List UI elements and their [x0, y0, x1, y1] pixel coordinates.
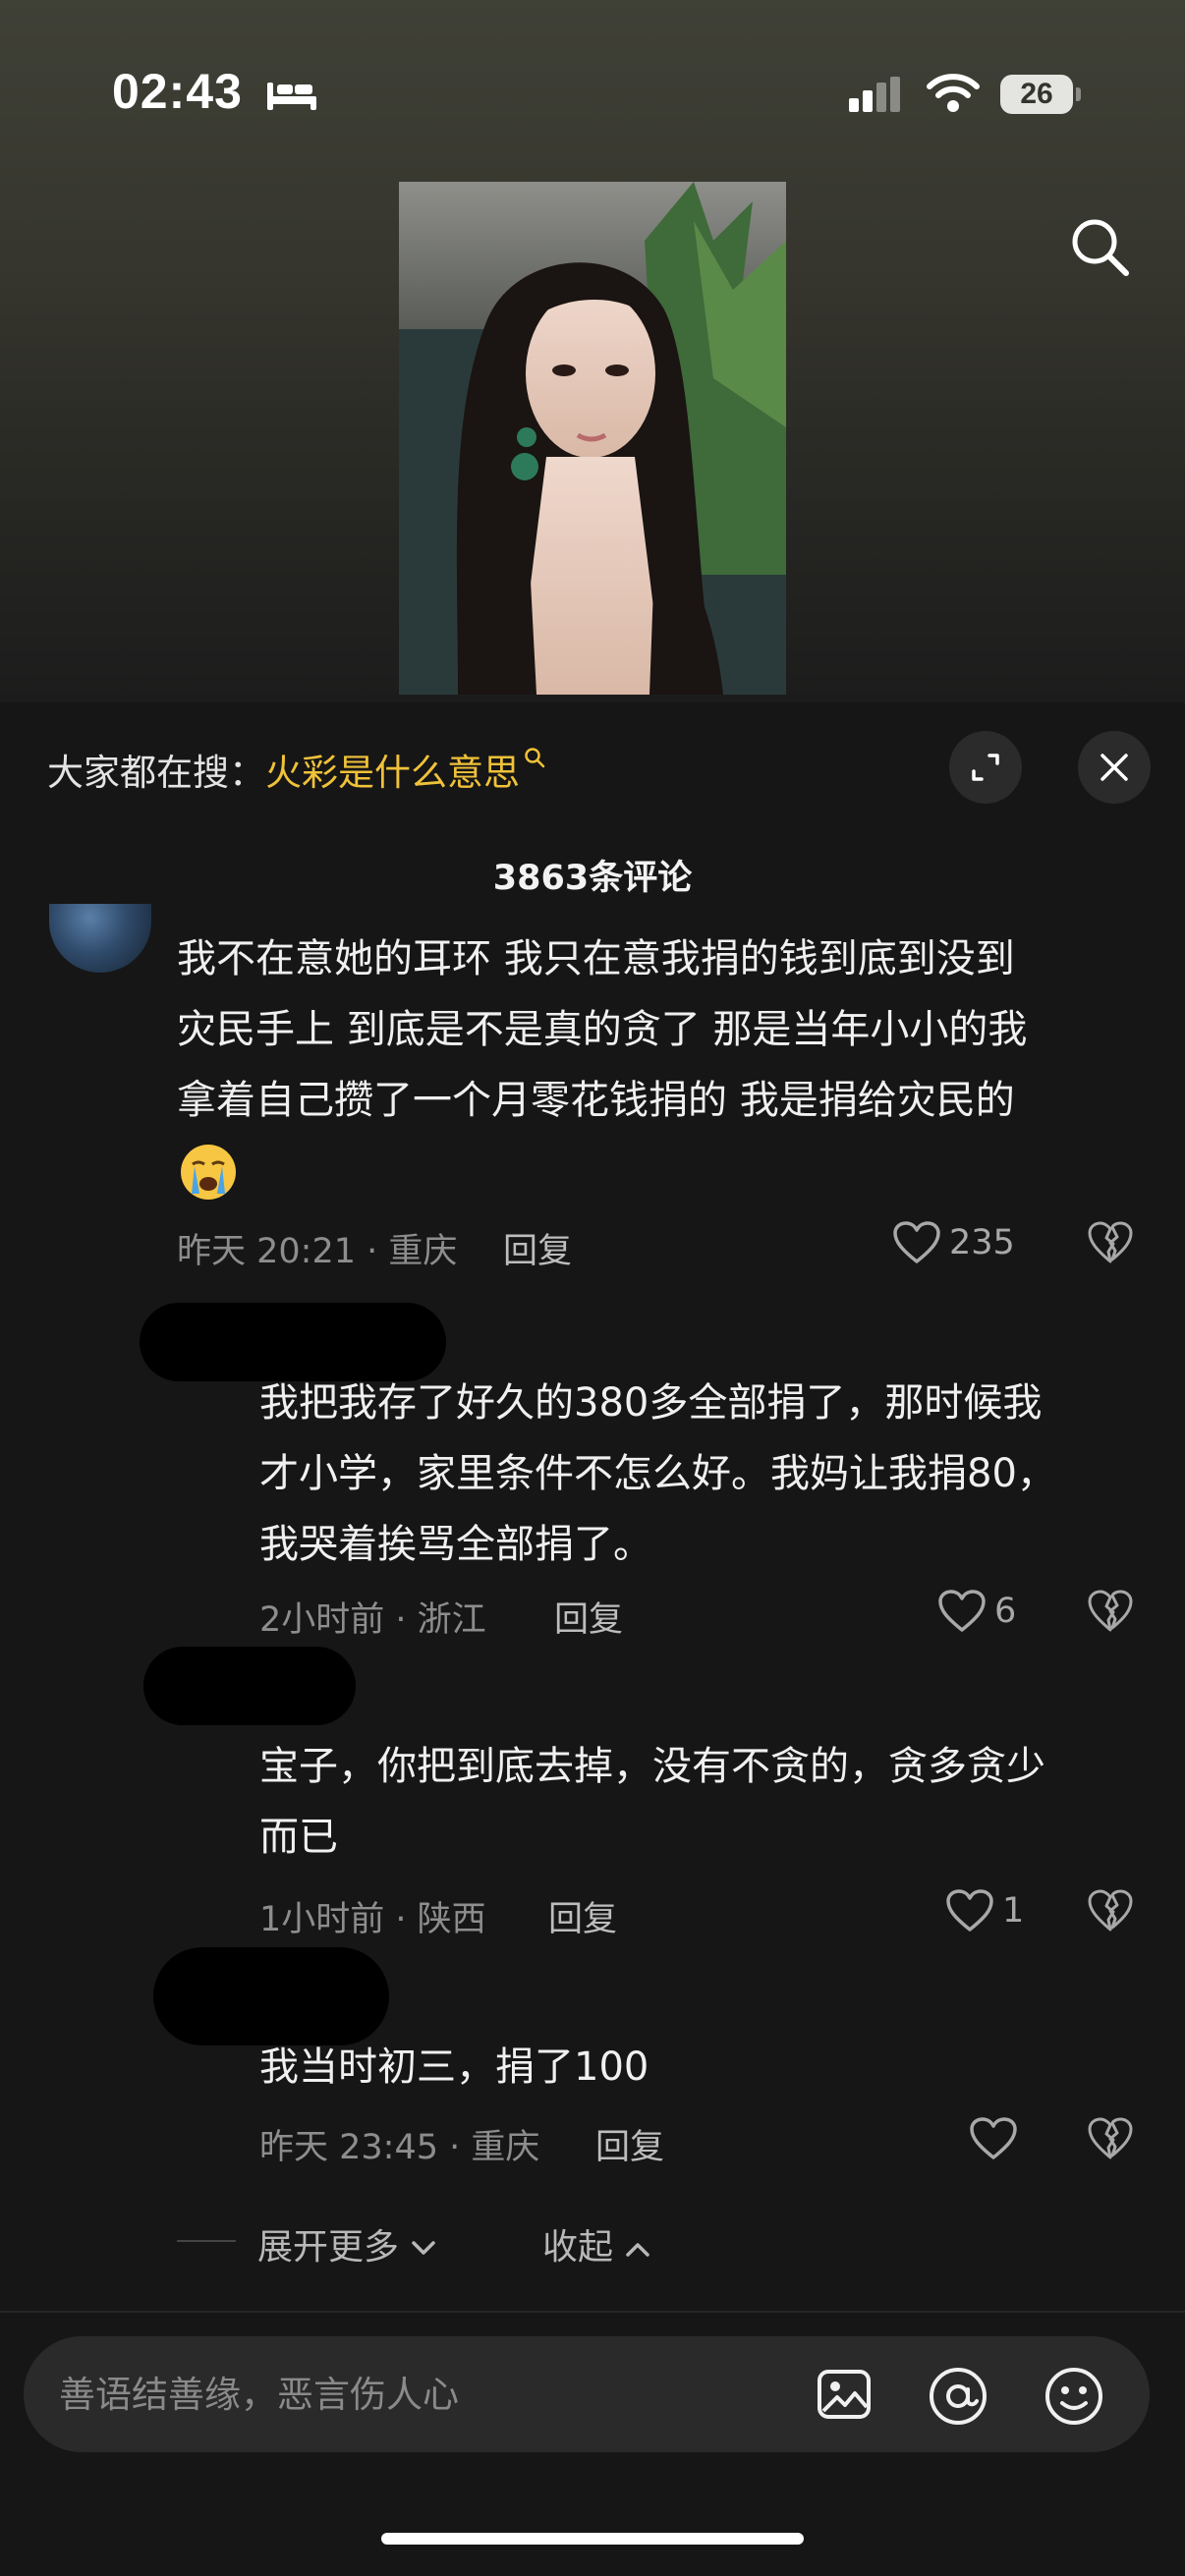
like-button[interactable] — [969, 2116, 1026, 2161]
search-icon[interactable] — [1069, 216, 1132, 279]
reply-button[interactable]: 回复 — [595, 2119, 664, 2169]
reply-text: 宝子，你把到底去掉，没有不贪的，贪多贪少 而已 — [259, 1731, 1144, 1873]
dislike-broken-heart-icon[interactable] — [1087, 1888, 1134, 1933]
collapse-button[interactable]: 收起 — [542, 2218, 651, 2269]
heart-icon — [946, 1889, 993, 1932]
reply-line: 宝子，你把到底去掉，没有不贪的，贪多贪少 — [259, 1744, 1045, 1789]
fullscreen-button[interactable] — [949, 731, 1022, 804]
reply-line: 而已 — [259, 1815, 338, 1860]
reply-line: 才小学，家里条件不怎么好。我妈让我捐80， — [259, 1451, 1056, 1496]
comment-time-location: 昨天 20:21 · 重庆 — [177, 1232, 458, 1271]
input-divider — [0, 2311, 1185, 2313]
wifi-icon — [927, 74, 980, 112]
expand-more-label: 展开更多 — [257, 2227, 400, 2268]
trending-search[interactable]: 大家都在搜：火彩是什么意思 — [47, 743, 545, 796]
redacted-username — [143, 1647, 356, 1725]
like-button[interactable]: 235 — [892, 1220, 1015, 1265]
home-indicator[interactable] — [381, 2533, 804, 2545]
reply-line: 我把我存了好久的380多全部捐了，那时候我 — [259, 1380, 1043, 1426]
video-thumbnail[interactable] — [399, 182, 786, 695]
search-small-icon — [525, 748, 545, 768]
reply-time-location: 2小时前 · 浙江 — [259, 1600, 486, 1640]
image-picker-icon[interactable] — [816, 2366, 873, 2423]
like-count: 1 — [1002, 1891, 1025, 1931]
reply-time-location: 1小时前 · 陕西 — [259, 1900, 486, 1939]
thread-divider — [177, 2240, 236, 2242]
sleep-bed-icon — [267, 83, 316, 110]
reply-line: 我哭着挨骂全部捐了。 — [259, 1522, 652, 1567]
comment-line: 灾民手上 到底是不是真的贪了 那是当年小小的我 — [177, 1007, 1028, 1052]
heart-icon — [938, 1590, 986, 1632]
reply-text: 我把我存了好久的380多全部捐了，那时候我 才小学，家里条件不怎么好。我妈让我捐… — [259, 1368, 1144, 1580]
chevron-up-icon — [626, 2243, 650, 2257]
crying-face-emoji — [181, 1145, 236, 1200]
reply-time-location: 昨天 23:45 · 重庆 — [259, 2128, 540, 2167]
comment-line: 我不在意她的耳环 我只在意我捐的钱到底到没到 — [177, 936, 1015, 981]
comment-input-bar — [24, 2336, 1150, 2452]
emoji-face-icon[interactable] — [1044, 2366, 1104, 2427]
chevron-down-icon — [412, 2241, 436, 2255]
battery-tip — [1076, 87, 1081, 101]
reply-button[interactable]: 回复 — [503, 1223, 572, 1273]
like-count: 6 — [994, 1592, 1017, 1631]
heart-icon — [893, 1221, 940, 1263]
like-button[interactable]: 1 — [945, 1888, 1024, 1933]
dislike-broken-heart-icon[interactable] — [1087, 1589, 1134, 1634]
reply-button[interactable]: 回复 — [554, 1592, 623, 1642]
close-button[interactable] — [1078, 731, 1151, 804]
heart-icon — [970, 2117, 1017, 2159]
mention-at-icon[interactable] — [928, 2366, 988, 2427]
expand-more-button[interactable]: 展开更多 — [257, 2218, 437, 2269]
close-icon — [1100, 754, 1128, 781]
status-bar: 02:43 26 — [0, 0, 1185, 187]
comment-line: 拿着自己攒了一个月零花钱捐的 我是捐给灾民的 — [177, 1078, 1015, 1123]
reply-line: 我当时初三，捐了100 — [259, 2044, 649, 2090]
reply-button[interactable]: 回复 — [548, 1891, 617, 1941]
cellular-signal-icon — [849, 77, 900, 112]
reply-text: 我当时初三，捐了100 — [259, 2032, 1144, 2102]
trending-keyword[interactable]: 火彩是什么意思 — [265, 752, 520, 794]
status-time: 02:43 — [112, 64, 243, 119]
dislike-broken-heart-icon[interactable] — [1087, 2116, 1134, 2161]
portrait-illustration — [399, 182, 786, 695]
comment-input[interactable] — [59, 2336, 806, 2452]
redacted-username — [153, 1947, 389, 2045]
comment-count: 3863条评论 — [492, 859, 693, 898]
collapse-label: 收起 — [542, 2227, 614, 2268]
like-count: 235 — [949, 1223, 1015, 1262]
like-button[interactable]: 6 — [937, 1589, 1016, 1634]
expand-icon — [972, 754, 999, 781]
battery-indicator: 26 — [1000, 75, 1073, 114]
dislike-broken-heart-icon[interactable] — [1087, 1220, 1134, 1265]
trending-label: 大家都在搜： — [47, 752, 265, 794]
comment-text: 我不在意她的耳环 我只在意我捐的钱到底到没到 灾民手上 到底是不是真的贪了 那是… — [177, 924, 1120, 1136]
